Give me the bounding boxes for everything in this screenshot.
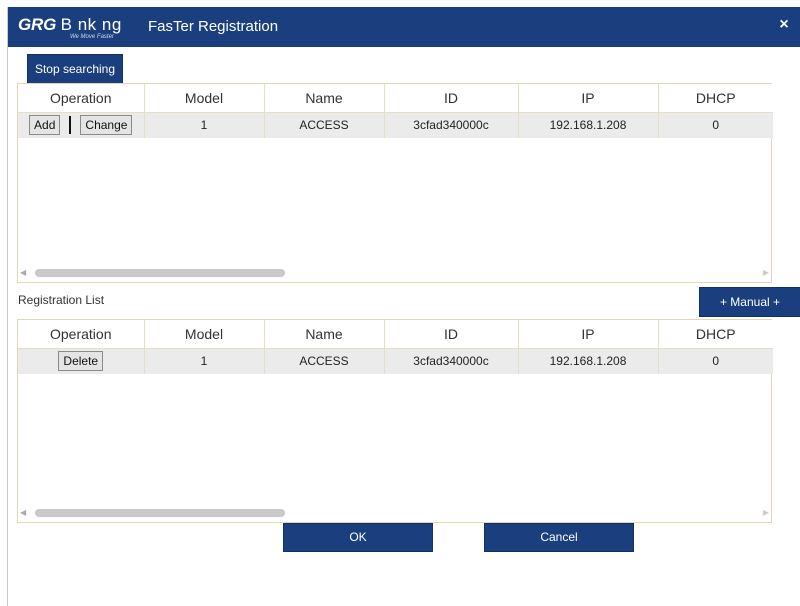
- dhcp-cell: 0: [658, 112, 773, 138]
- logo-tagline: We Move Faster: [70, 34, 114, 40]
- scroll-left-icon[interactable]: ◀: [20, 268, 26, 278]
- logo-text: GRG B nk ng: [18, 15, 122, 35]
- column-header-dhcp: DHCP: [658, 320, 773, 349]
- operation-cell: Add Change: [18, 112, 145, 138]
- separator: [69, 116, 72, 135]
- window-title: FasTer Registration: [148, 18, 279, 35]
- manual-add-button[interactable]: + Manual +: [699, 287, 800, 317]
- name-cell: ACCESS: [264, 112, 385, 138]
- ok-button[interactable]: OK: [283, 523, 433, 552]
- stop-searching-button[interactable]: Stop searching: [27, 54, 123, 84]
- name-cell: ACCESS: [264, 348, 385, 374]
- column-header-operation: Operation: [18, 84, 145, 113]
- horizontal-scrollbar[interactable]: ◀ ▶: [18, 268, 771, 278]
- change-button[interactable]: Change: [80, 115, 133, 136]
- ip-cell: 192.168.1.208: [518, 348, 659, 374]
- column-header-name: Name: [264, 320, 385, 349]
- registration-list-grid: Operation Model Name ID IP DHCP Delete 1…: [17, 319, 773, 523]
- column-header-ip: IP: [518, 84, 659, 113]
- column-header-id: ID: [384, 84, 519, 113]
- search-results-table: Operation Model Name ID IP DHCP Add Chang…: [18, 84, 773, 138]
- logo-primary-text: GRG: [18, 15, 57, 34]
- column-header-id: ID: [384, 320, 519, 349]
- id-cell: 3cfad340000c: [384, 348, 519, 374]
- delete-button[interactable]: Delete: [58, 351, 104, 372]
- header-row: Operation Model Name ID IP DHCP: [18, 84, 773, 113]
- scrollbar-thumb[interactable]: [35, 269, 285, 277]
- registration-table: Operation Model Name ID IP DHCP Delete 1…: [18, 320, 773, 374]
- header-row: Operation Model Name ID IP DHCP: [18, 320, 773, 349]
- column-header-model: Model: [144, 320, 265, 349]
- horizontal-scrollbar[interactable]: ◀ ▶: [18, 508, 771, 518]
- add-button[interactable]: Add: [29, 115, 61, 136]
- scrollbar-thumb[interactable]: [35, 509, 285, 517]
- search-results-grid: Operation Model Name ID IP DHCP Add Chang…: [17, 83, 773, 283]
- scroll-left-icon[interactable]: ◀: [20, 508, 26, 518]
- logo-secondary-text: B nk ng: [60, 15, 122, 34]
- scroll-right-icon[interactable]: ▶: [763, 268, 769, 278]
- model-cell: 1: [144, 348, 265, 374]
- table-row: Add Change 1 ACCESS 3cfad340000c 192.168.…: [18, 112, 773, 138]
- table-row: Delete 1 ACCESS 3cfad340000c 192.168.1.2…: [18, 348, 773, 374]
- grg-banking-logo: GRG B nk ng We Move Faster: [18, 13, 142, 43]
- column-header-name: Name: [264, 84, 385, 113]
- model-cell: 1: [144, 112, 265, 138]
- registration-list-label: Registration List: [18, 293, 105, 307]
- operation-cell: Delete: [18, 348, 145, 374]
- title-bar: GRG B nk ng We Move Faster FasTer Regist…: [8, 7, 800, 47]
- column-header-model: Model: [144, 84, 265, 113]
- column-header-ip: IP: [518, 320, 659, 349]
- column-header-operation: Operation: [18, 320, 145, 349]
- close-icon[interactable]: ×: [773, 14, 795, 36]
- column-header-dhcp: DHCP: [658, 84, 773, 113]
- ip-cell: 192.168.1.208: [518, 112, 659, 138]
- id-cell: 3cfad340000c: [384, 112, 519, 138]
- registration-window: GRG B nk ng We Move Faster FasTer Regist…: [7, 7, 800, 606]
- scroll-right-icon[interactable]: ▶: [763, 508, 769, 518]
- dhcp-cell: 0: [658, 348, 773, 374]
- cancel-button[interactable]: Cancel: [484, 523, 634, 552]
